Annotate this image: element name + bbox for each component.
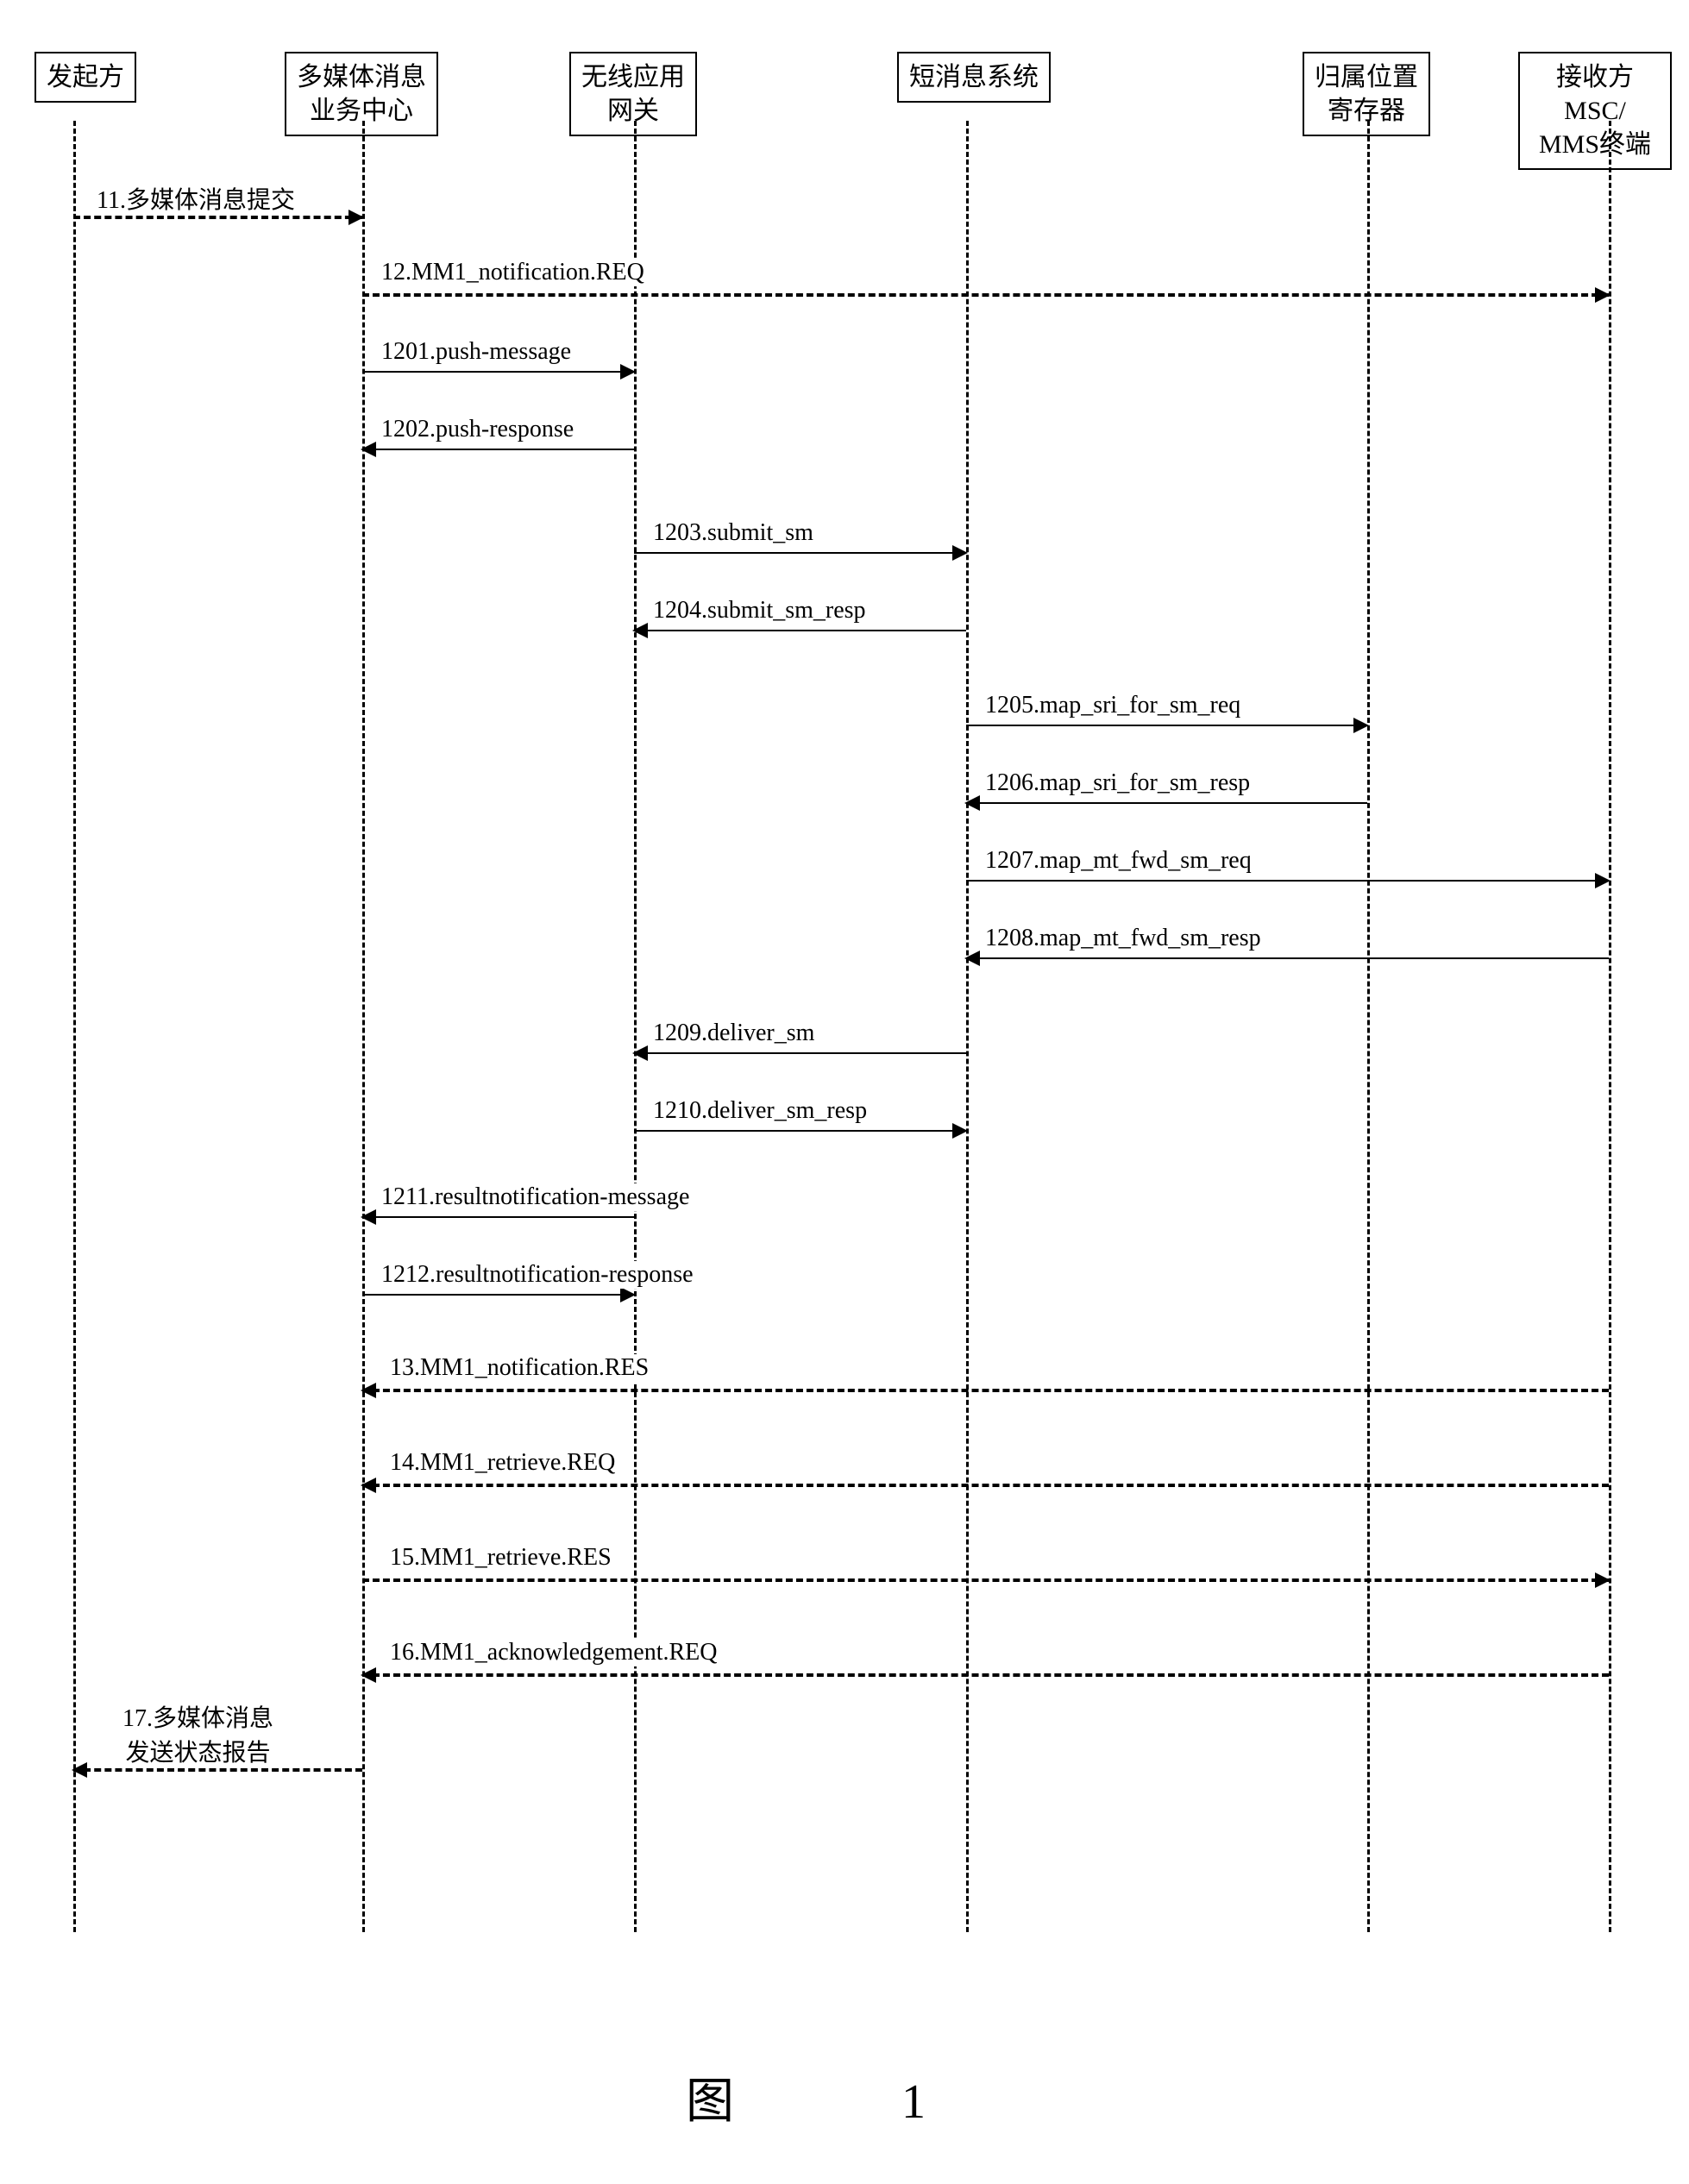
msg-1203-arrow: [634, 552, 966, 554]
msg-16-arrow: [362, 1673, 1609, 1677]
msg-1212-arrow: [362, 1294, 634, 1296]
msg-11-arrow: [73, 216, 362, 219]
msg-1210-arrow: [634, 1130, 966, 1132]
msg-11-label: 11.多媒体消息提交: [95, 181, 297, 216]
msg-1206-arrow: [966, 802, 1367, 804]
msg-13-arrow: [362, 1389, 1609, 1392]
msg-17-arrow: [73, 1768, 362, 1772]
msg-1207-arrow: [966, 880, 1609, 882]
participant-mms-center: 多媒体消息业务中心: [285, 52, 438, 136]
msg-1206-label: 1206.map_sri_for_sm_resp: [983, 769, 1252, 797]
msg-1201-label: 1201.push-message: [380, 338, 573, 366]
participant-receiver-msc: 接收方MSC/MMS终端: [1518, 52, 1672, 170]
msg-12-label: 12.MM1_notification.REQ: [380, 259, 646, 286]
participant-sms-system: 短消息系统: [897, 52, 1051, 103]
msg-1210-label: 1210.deliver_sm_resp: [651, 1097, 869, 1125]
msg-1201-arrow: [362, 371, 634, 373]
msg-1205-arrow: [966, 725, 1367, 726]
lifeline-sms-system: [966, 121, 969, 1932]
figure-label: 图 1: [686, 2062, 1003, 2132]
msg-13-label: 13.MM1_notification.RES: [388, 1354, 650, 1382]
msg-15-label: 15.MM1_retrieve.RES: [388, 1544, 613, 1572]
msg-16-label: 16.MM1_acknowledgement.REQ: [388, 1639, 719, 1666]
msg-1207-label: 1207.map_mt_fwd_sm_req: [983, 847, 1253, 875]
participant-hlr: 归属位置寄存器: [1303, 52, 1430, 136]
msg-12-arrow: [362, 293, 1609, 297]
msg-1204-label: 1204.submit_sm_resp: [651, 597, 868, 624]
msg-1212-label: 1212.resultnotification-response: [380, 1261, 695, 1289]
participant-wap-gateway: 无线应用网关: [569, 52, 697, 136]
lifeline-originator: [73, 121, 76, 1932]
msg-14-label: 14.MM1_retrieve.REQ: [388, 1449, 617, 1477]
msg-1202-arrow: [362, 449, 634, 450]
msg-1209-arrow: [634, 1052, 966, 1054]
msg-1209-label: 1209.deliver_sm: [651, 1020, 816, 1047]
lifeline-receiver-msc: [1609, 121, 1611, 1932]
msg-1202-label: 1202.push-response: [380, 416, 575, 443]
msg-1204-arrow: [634, 630, 966, 631]
msg-1211-label: 1211.resultnotification-message: [380, 1183, 691, 1211]
msg-14-arrow: [362, 1484, 1609, 1487]
lifeline-hlr: [1367, 121, 1370, 1932]
msg-1205-label: 1205.map_sri_for_sm_req: [983, 692, 1242, 719]
participant-originator: 发起方: [35, 52, 136, 103]
msg-1208-arrow: [966, 957, 1609, 959]
msg-1208-label: 1208.map_mt_fwd_sm_resp: [983, 925, 1263, 952]
msg-1211-arrow: [362, 1216, 634, 1218]
msg-1203-label: 1203.submit_sm: [651, 519, 815, 547]
msg-17-label: 17.多媒体消息发送状态报告: [121, 1699, 275, 1768]
lifeline-mms-center: [362, 121, 365, 1932]
msg-15-arrow: [362, 1578, 1609, 1582]
sequence-diagram: 发起方 多媒体消息业务中心 无线应用网关 短消息系统 归属位置寄存器 接收方MS…: [17, 17, 1672, 2167]
